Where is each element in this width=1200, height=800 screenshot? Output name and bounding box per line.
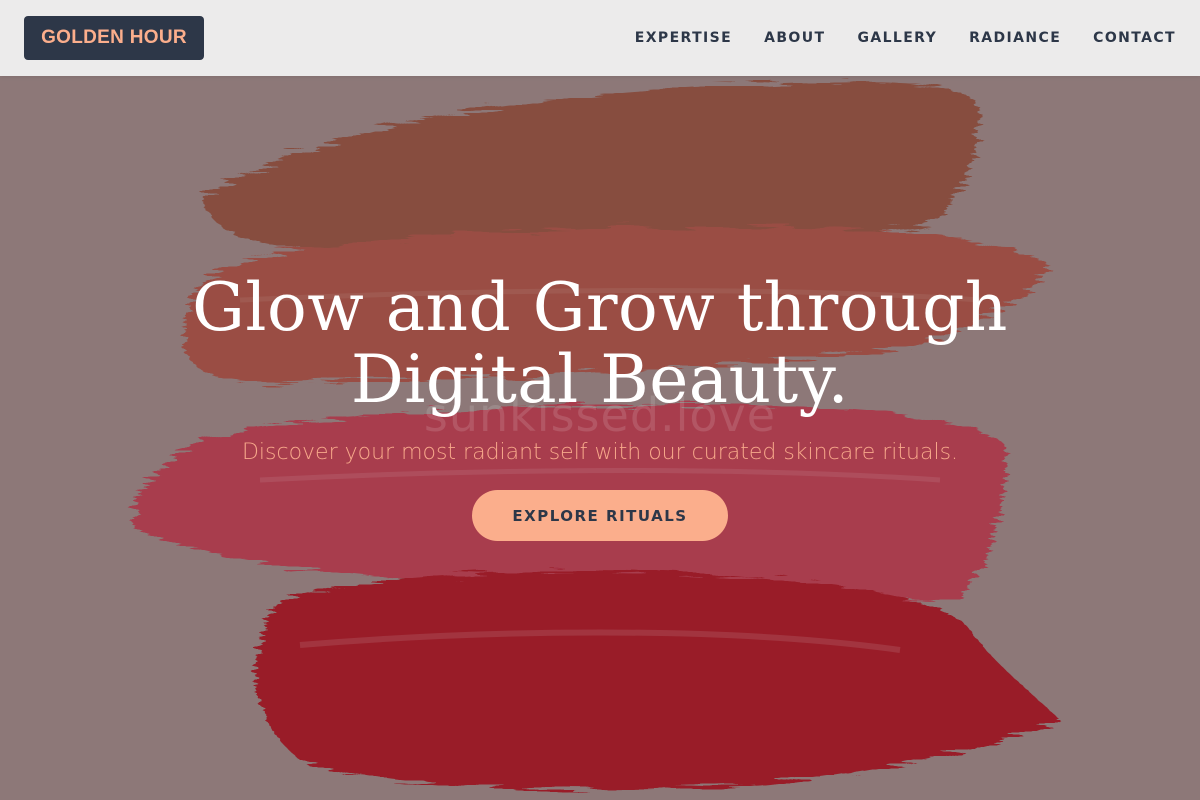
nav-link-contact[interactable]: CONTACT — [1093, 30, 1176, 46]
nav-link-expertise[interactable]: EXPERTISE — [635, 30, 732, 46]
hero-headline-line1: Glow and Grow through — [192, 269, 1008, 346]
nav-link-radiance[interactable]: RADIANCE — [969, 30, 1061, 46]
hero-headline: Glow and Grow through Digital Beauty. — [0, 272, 1200, 416]
hero-subtitle: Discover your most radiant self with our… — [241, 440, 959, 465]
logo-button[interactable]: GOLDEN HOUR — [24, 16, 204, 60]
top-navbar: GOLDEN HOUR EXPERTISE ABOUT GALLERY RADI… — [0, 0, 1200, 76]
explore-rituals-button[interactable]: EXPLORE RITUALS — [472, 490, 728, 541]
nav-link-about[interactable]: ABOUT — [764, 30, 825, 46]
hero-headline-line2: Digital Beauty. — [350, 341, 850, 418]
nav-links: EXPERTISE ABOUT GALLERY RADIANCE CONTACT — [635, 0, 1176, 76]
nav-link-gallery[interactable]: GALLERY — [857, 30, 937, 46]
